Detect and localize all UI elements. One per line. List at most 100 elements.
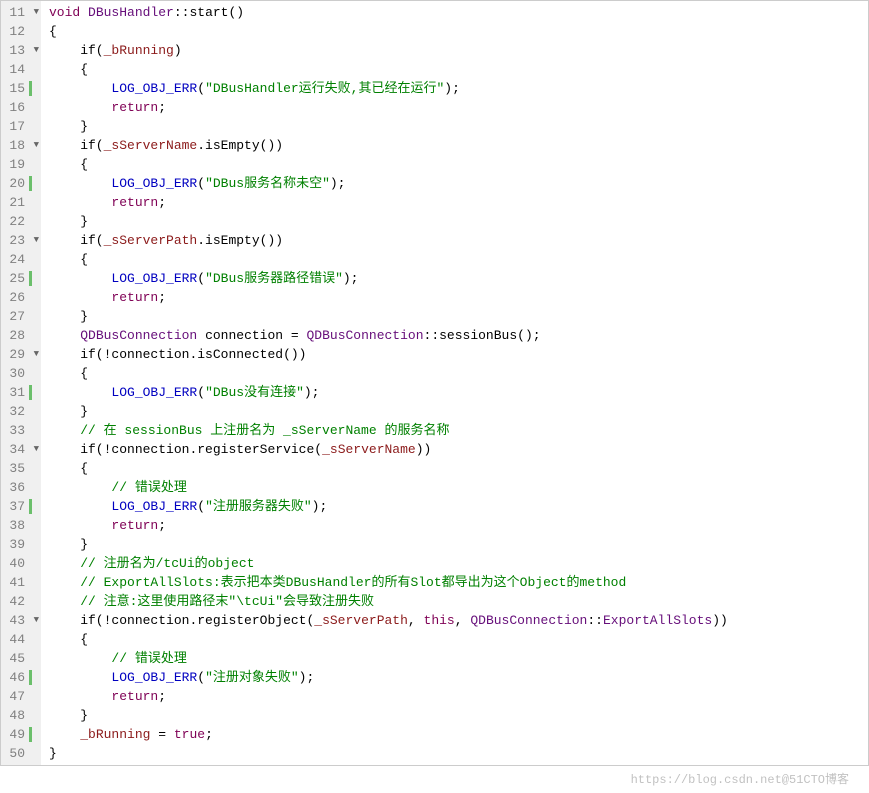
code-line: if(!connection.registerObject(_sServerPa… (49, 611, 860, 630)
code-token (49, 727, 80, 742)
gutter-line: 13▼ (3, 41, 39, 60)
fold-toggle-icon[interactable]: ▼ (27, 231, 39, 250)
line-number: 39 (3, 535, 27, 554)
code-line: return; (49, 516, 860, 535)
code-token: true (174, 727, 205, 742)
fold-toggle-icon[interactable]: ▼ (27, 440, 39, 459)
code-token: } (49, 404, 88, 419)
code-token: { (49, 461, 88, 476)
code-token: return (111, 518, 158, 533)
code-token: LOG_OBJ_ERR (111, 271, 197, 286)
gutter-line: 26 (3, 288, 39, 307)
line-number: 18 (3, 136, 27, 155)
line-number: 36 (3, 478, 27, 497)
code-token: ); (299, 670, 315, 685)
code-line: if(_sServerPath.isEmpty()) (49, 231, 860, 250)
code-line: QDBusConnection connection = QDBusConnec… (49, 326, 860, 345)
gutter-line: 44 (3, 630, 39, 649)
line-number-gutter: 11▼1213▼1415161718▼1920212223▼2425262728… (1, 1, 41, 765)
gutter-line: 25 (3, 269, 39, 288)
code-line: // 注意:这里使用路径末"\tcUi"会导致注册失败 (49, 592, 860, 611)
code-token: ( (197, 385, 205, 400)
gutter-line: 20 (3, 174, 39, 193)
line-number: 31 (3, 383, 27, 402)
code-token: // 注意:这里使用路径末"\tcUi"会导致注册失败 (80, 594, 374, 609)
code-token: ( (197, 499, 205, 514)
code-token (80, 5, 88, 20)
gutter-line: 31 (3, 383, 39, 402)
code-line: { (49, 60, 860, 79)
code-token: ()) (260, 233, 283, 248)
gutter-line: 16 (3, 98, 39, 117)
gutter-line: 23▼ (3, 231, 39, 250)
code-token: { (49, 632, 88, 647)
code-token: . (197, 138, 205, 153)
line-number: 13 (3, 41, 27, 60)
gutter-line: 12 (3, 22, 39, 41)
code-token: } (49, 214, 88, 229)
change-marker (29, 81, 32, 96)
gutter-line: 17 (3, 117, 39, 136)
code-token: () (228, 5, 244, 20)
code-token: )) (712, 613, 728, 628)
code-token (49, 328, 80, 343)
code-token: :: (424, 328, 440, 343)
code-line: { (49, 22, 860, 41)
code-line: } (49, 535, 860, 554)
gutter-line: 32 (3, 402, 39, 421)
code-token: if(! (49, 442, 111, 457)
code-token: ( (197, 81, 205, 96)
gutter-line: 43▼ (3, 611, 39, 630)
change-marker (29, 499, 32, 514)
line-number: 32 (3, 402, 27, 421)
code-token: void (49, 5, 80, 20)
code-token (49, 575, 80, 590)
code-token: ); (444, 81, 460, 96)
gutter-line: 22 (3, 212, 39, 231)
code-token: { (49, 252, 88, 267)
fold-toggle-icon[interactable]: ▼ (27, 136, 39, 155)
code-token: if(! (49, 613, 111, 628)
fold-toggle-icon[interactable]: ▼ (27, 3, 39, 22)
code-line: // 错误处理 (49, 478, 860, 497)
line-number: 50 (3, 744, 27, 763)
code-token (49, 81, 111, 96)
code-line: } (49, 117, 860, 136)
code-token (49, 480, 111, 495)
code-token: { (49, 62, 88, 77)
line-number: 35 (3, 459, 27, 478)
fold-toggle-icon[interactable]: ▼ (27, 345, 39, 364)
code-line: LOG_OBJ_ERR("DBus没有连接"); (49, 383, 860, 402)
line-number: 27 (3, 307, 27, 326)
code-line: { (49, 250, 860, 269)
code-line: // 在 sessionBus 上注册名为 _sServerName 的服务名称 (49, 421, 860, 440)
code-token: isEmpty (205, 138, 260, 153)
gutter-line: 21 (3, 193, 39, 212)
code-token: "DBus服务器路径错误" (205, 271, 343, 286)
line-number: 14 (3, 60, 27, 79)
line-number: 23 (3, 231, 27, 250)
code-token (197, 328, 205, 343)
code-token: sessionBus (439, 328, 517, 343)
gutter-line: 41 (3, 573, 39, 592)
gutter-line: 11▼ (3, 3, 39, 22)
gutter-line: 27 (3, 307, 39, 326)
code-line: { (49, 459, 860, 478)
code-token: "DBusHandler运行失败,其已经在运行" (205, 81, 444, 96)
code-line: if(_bRunning) (49, 41, 860, 60)
code-token: ( (197, 670, 205, 685)
code-token: ( (314, 442, 322, 457)
code-token: ); (343, 271, 359, 286)
fold-toggle-icon[interactable]: ▼ (27, 41, 39, 60)
gutter-line: 42 (3, 592, 39, 611)
code-line: LOG_OBJ_ERR("DBusHandler运行失败,其已经在运行"); (49, 79, 860, 98)
code-line: if(_sServerName.isEmpty()) (49, 136, 860, 155)
fold-toggle-icon[interactable]: ▼ (27, 611, 39, 630)
code-token: registerService (197, 442, 314, 457)
code-token: // 错误处理 (111, 480, 186, 495)
code-token: LOG_OBJ_ERR (111, 670, 197, 685)
code-line: void DBusHandler::start() (49, 3, 860, 22)
change-marker (29, 727, 32, 742)
code-token (49, 594, 80, 609)
change-marker (29, 385, 32, 400)
